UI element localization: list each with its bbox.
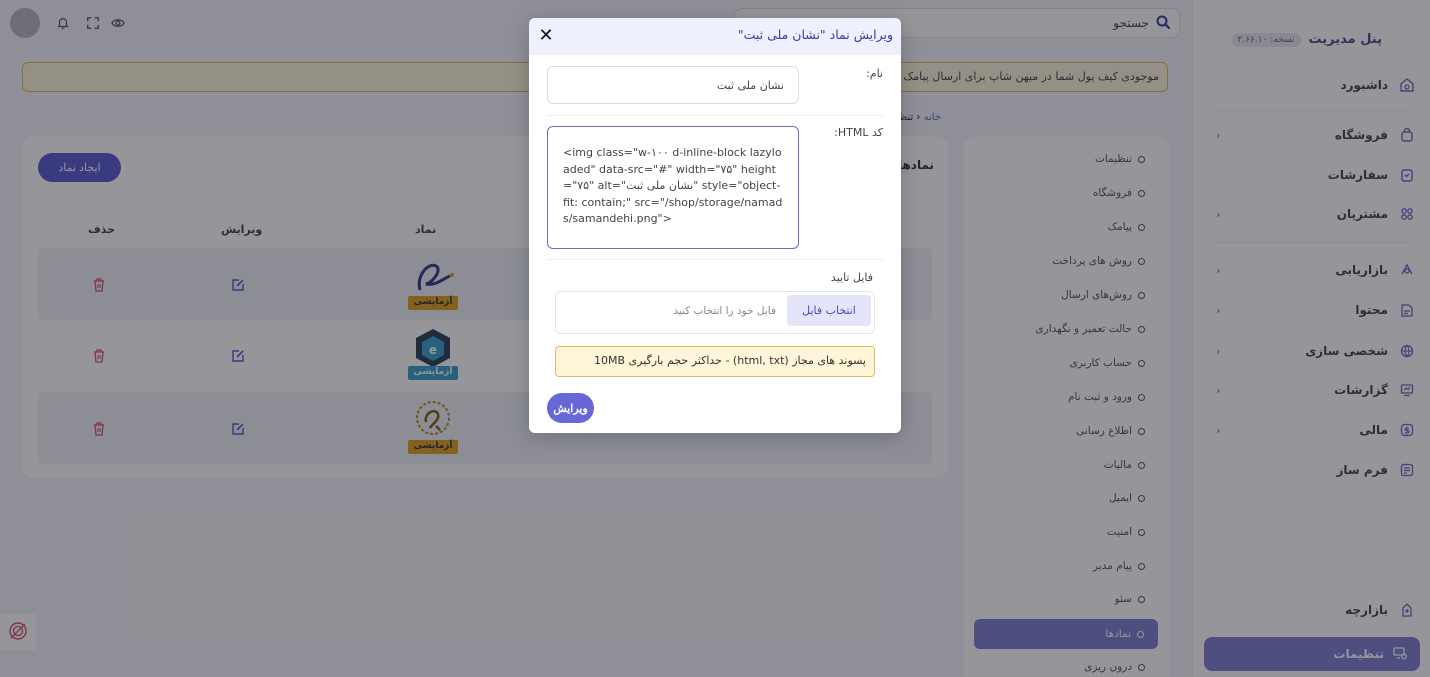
edit-symbol-modal: ویرایش نماد "نشان ملی ثبت" ✕ نام: کد HTM… (529, 18, 901, 433)
close-icon[interactable]: ✕ (537, 24, 555, 46)
page: پنل مدیریت نسخه: ۲.۶۶.۱۰ داشبورد فروشگاه… (0, 0, 1430, 677)
name-field[interactable] (547, 66, 799, 104)
modal-header: ویرایش نماد "نشان ملی ثبت" ✕ (529, 18, 901, 55)
html-code-label: کد HTML: (834, 126, 883, 139)
file-placeholder: فایل خود را انتخاب کنید (673, 305, 776, 317)
submit-edit-button[interactable]: ویرایش (547, 393, 594, 423)
modal-title: ویرایش نماد "نشان ملی ثبت" (737, 27, 893, 42)
choose-file-button[interactable]: انتخاب فایل (787, 295, 871, 326)
file-label: فایل تایید (830, 271, 873, 284)
html-code-field[interactable]: <img class="w-۱۰۰ d-inline-block lazyloa… (547, 126, 799, 249)
file-upload[interactable]: انتخاب فایل فایل خود را انتخاب کنید (555, 291, 875, 334)
form-divider (547, 115, 883, 116)
allowed-extensions-hint: پسوند های مجاز (html, txt) - حداکثر حجم … (555, 346, 875, 377)
form-divider (547, 259, 883, 260)
name-label: نام: (866, 67, 883, 80)
